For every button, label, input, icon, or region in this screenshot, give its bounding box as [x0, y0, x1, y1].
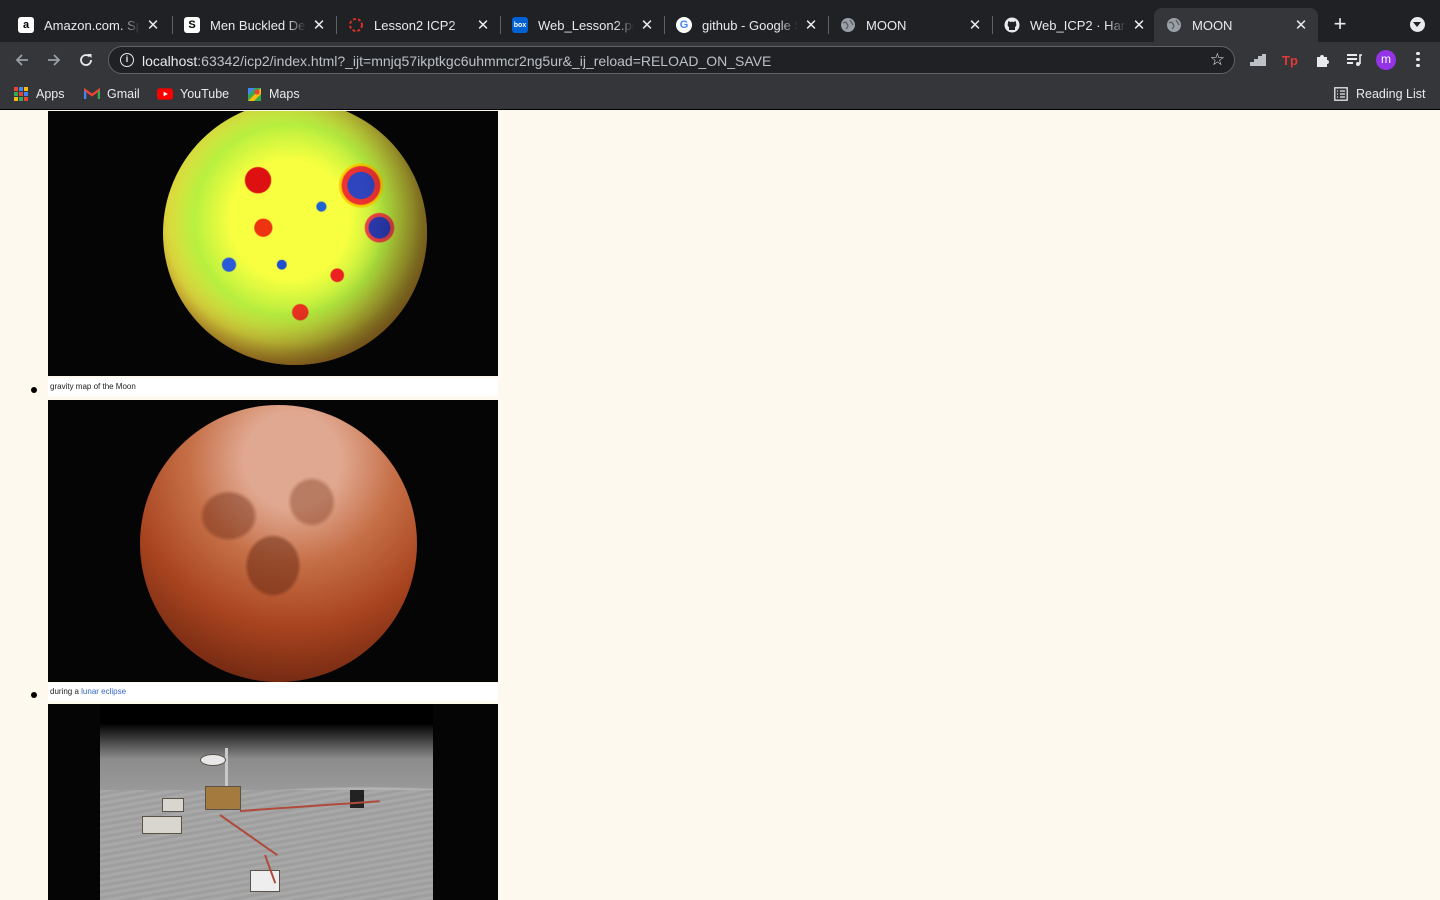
github-icon	[1004, 17, 1020, 33]
tab-title: Web_ICP2 · Harsha	[1030, 17, 1126, 33]
tab-title: MOON	[1192, 17, 1233, 33]
site-info-icon[interactable]: i	[120, 53, 134, 67]
tab-amazon[interactable]: a Amazon.com. Spend less. Smile more. ✕	[6, 8, 170, 42]
antenna-mast	[225, 748, 228, 788]
youtube-icon	[157, 86, 173, 102]
tab-lesson2[interactable]: Lesson2 ICP2 ✕	[336, 8, 500, 42]
sensor-posts	[350, 790, 364, 808]
lunar-eclipse-link[interactable]: lunar eclipse	[81, 687, 126, 696]
close-icon[interactable]: ✕	[1292, 16, 1310, 34]
google-icon: G	[676, 17, 692, 33]
instrument-package	[205, 786, 241, 810]
address-bar[interactable]: i localhost:63342/icp2/index.html?_ijt=m…	[108, 46, 1235, 74]
bookmark-gmail[interactable]: Gmail	[84, 86, 140, 102]
amazon-icon: a	[18, 17, 34, 33]
close-icon[interactable]: ✕	[144, 16, 162, 34]
tab-github[interactable]: Web_ICP2 · Harsha ✕	[992, 8, 1156, 42]
lunar-eclipse-image	[48, 400, 498, 682]
reload-icon[interactable]	[74, 48, 98, 72]
close-icon[interactable]: ✕	[1130, 16, 1148, 34]
tab-title: Lesson2 ICP2	[374, 17, 456, 33]
shein-icon: S	[184, 17, 200, 33]
profile-avatar[interactable]: m	[1376, 50, 1396, 70]
browser-toolbar: i localhost:63342/icp2/index.html?_ijt=m…	[0, 42, 1440, 78]
tab-google-search[interactable]: G github - Google Search ✕	[664, 8, 828, 42]
lunar-landscape	[100, 704, 433, 900]
close-icon[interactable]: ✕	[474, 16, 492, 34]
bookmark-label: Gmail	[107, 87, 140, 101]
tab-title: MOON	[866, 17, 907, 33]
extensions-puzzle-icon[interactable]	[1312, 50, 1332, 70]
caption-text: gravity map of the Moon	[50, 382, 136, 391]
media-queue-icon[interactable]	[1344, 50, 1364, 70]
page-content: gravity map of the Moon during a lunar e…	[0, 111, 1440, 900]
bookmark-maps[interactable]: Maps	[246, 86, 300, 102]
more-menu-icon[interactable]	[1408, 49, 1428, 71]
loading-ring-icon	[348, 17, 364, 33]
list-bullet	[31, 692, 37, 698]
close-icon[interactable]: ✕	[966, 16, 984, 34]
close-icon[interactable]: ✕	[310, 16, 328, 34]
new-tab-button[interactable]: +	[1328, 13, 1352, 37]
bookmark-label: Apps	[36, 87, 65, 101]
performance-chart-icon[interactable]	[1248, 50, 1268, 70]
box-icon: box	[512, 17, 528, 33]
gravity-map-moon-sphere	[163, 111, 427, 365]
reading-list-label: Reading List	[1356, 87, 1426, 101]
url-text: localhost:63342/icp2/index.html?_ijt=mnj…	[142, 53, 772, 69]
bookmark-apps[interactable]: Apps	[13, 86, 65, 102]
gmail-icon	[84, 86, 100, 102]
close-icon[interactable]: ✕	[802, 16, 820, 34]
bookmark-star-icon[interactable]: ☆	[1210, 50, 1225, 70]
equipment-module	[142, 816, 182, 834]
tab-moon-1[interactable]: MOON ✕	[828, 8, 992, 42]
apps-grid-icon	[13, 86, 29, 102]
gravity-map-image	[48, 111, 498, 376]
tab-shein[interactable]: S Men Buckled Detail Sandals ✕	[172, 8, 336, 42]
close-icon[interactable]: ✕	[638, 16, 656, 34]
bookmark-label: Maps	[269, 87, 300, 101]
apollo-surface-image	[48, 704, 498, 900]
equipment-module	[162, 798, 184, 812]
red-moon-disk	[140, 405, 417, 682]
figure-caption: gravity map of the Moon	[48, 378, 498, 396]
tab-title: Amazon.com. Spend less. Smile more.	[44, 17, 140, 33]
caption-text: during a	[50, 687, 82, 696]
antenna-dish	[200, 754, 226, 766]
tab-search-icon[interactable]	[1410, 17, 1425, 32]
tp-extension-icon[interactable]: Tp	[1280, 50, 1300, 70]
reading-list-button[interactable]: Reading List	[1333, 86, 1426, 102]
tab-title: github - Google Search	[702, 17, 798, 33]
maps-icon	[246, 86, 262, 102]
reading-list-icon	[1333, 86, 1349, 102]
tab-title: Men Buckled Detail Sandals	[210, 17, 306, 33]
globe-icon	[840, 17, 856, 33]
tab-strip: a Amazon.com. Spend less. Smile more. ✕ …	[0, 0, 1440, 42]
globe-icon	[1166, 17, 1182, 33]
bookmark-label: YouTube	[180, 87, 230, 101]
forward-arrow-icon[interactable]	[42, 48, 66, 72]
tab-title: Web_Lesson2.pdf	[538, 17, 634, 33]
bookmark-youtube[interactable]: YouTube	[157, 86, 229, 102]
figure-caption: during a lunar eclipse	[48, 683, 498, 701]
tab-web-lesson2-pdf[interactable]: box Web_Lesson2.pdf ✕	[500, 8, 664, 42]
tab-moon-active[interactable]: MOON ✕	[1154, 8, 1318, 42]
list-bullet	[31, 387, 37, 393]
back-arrow-icon[interactable]	[10, 48, 34, 72]
bookmarks-bar: Apps Gmail YouTube Maps Reading List	[0, 78, 1440, 110]
